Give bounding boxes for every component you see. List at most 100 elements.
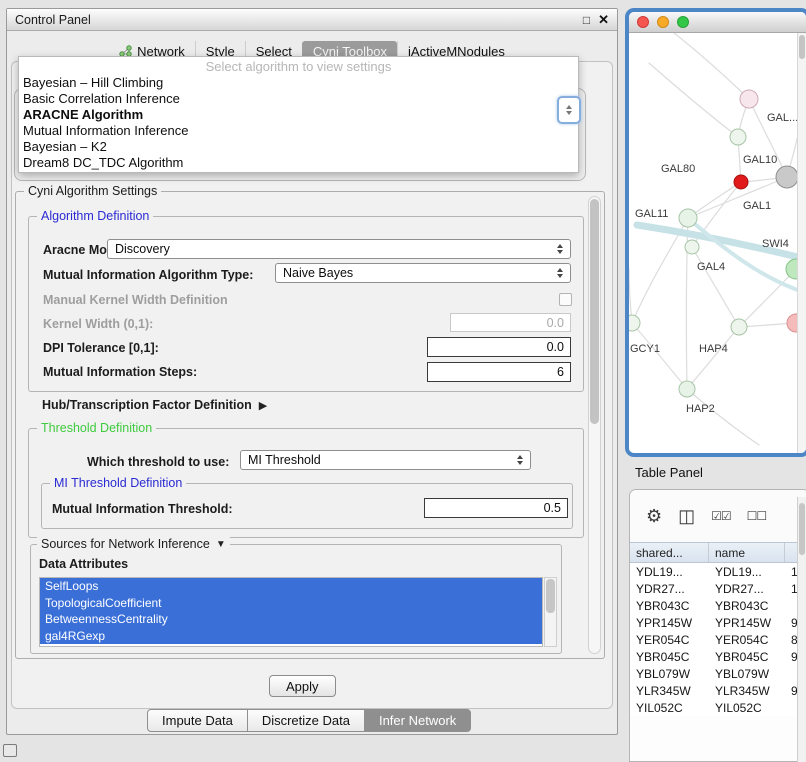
deselect-all-icon[interactable]: ☐☐	[747, 509, 767, 523]
table-scrollbar-thumb[interactable]	[799, 503, 805, 555]
table-cell: YDR27...	[709, 580, 785, 597]
close-window-icon[interactable]: ✕	[598, 12, 609, 28]
table-row[interactable]: YBR045CYBR045C9.	[630, 648, 806, 665]
gear-icon[interactable]: ⚙	[646, 506, 662, 527]
algorithm-definition-title: Algorithm Definition	[37, 209, 153, 223]
cyni-algorithm-settings-group: Cyni Algorithm Settings Algorithm Defini…	[15, 191, 605, 659]
threshold-definition-title: Threshold Definition	[37, 421, 156, 435]
hub-definition-toggle[interactable]: Hub/Transcription Factor Definition ▶	[42, 398, 267, 412]
settings-scrollbar[interactable]	[588, 196, 601, 654]
table-row[interactable]: YDR27...YDR27...12	[630, 580, 806, 597]
network-canvas[interactable]: GAL...GAL80GAL10GAL11GAL1SWI4GAL4GCY1HAP…	[629, 33, 806, 453]
node-label: GAL11	[635, 208, 668, 220]
network-node[interactable]	[731, 319, 747, 335]
network-node[interactable]	[685, 240, 699, 254]
mi-threshold-field[interactable]: 0.5	[424, 498, 568, 518]
float-window-icon[interactable]: □	[583, 13, 590, 27]
node-label: GAL80	[661, 163, 695, 175]
attribute-list-scrollbar[interactable]	[544, 577, 557, 647]
algorithm-popup-item[interactable]: Bayesian – Hill Climbing	[19, 75, 578, 91]
docked-panel-icon[interactable]	[3, 744, 17, 757]
mi-threshold-definition-group: MI Threshold Definition Mutual Informati…	[41, 483, 573, 529]
table-cell: YDR27...	[630, 580, 709, 597]
algorithm-popup-item[interactable]: Dream8 DC_TDC Algorithm	[19, 155, 578, 171]
attribute-list-scrollbar-thumb[interactable]	[546, 579, 555, 613]
column-header-name[interactable]: name	[709, 543, 785, 562]
table-row[interactable]: YPR145WYPR145W9.	[630, 614, 806, 631]
algorithm-popup-placeholder[interactable]: Select algorithm to view settings	[19, 59, 578, 75]
tab-discretize-data[interactable]: Discretize Data	[247, 709, 365, 732]
select-all-icon[interactable]: ☑☑	[711, 509, 731, 523]
attribute-list[interactable]: SelfLoopsTopologicalCoefficientBetweenne…	[39, 577, 543, 647]
network-view-window: GAL...GAL80GAL10GAL11GAL1SWI4GAL4GCY1HAP…	[625, 8, 806, 457]
table-row[interactable]: YER054CYER054C8.	[630, 631, 806, 648]
network-node[interactable]	[730, 129, 746, 145]
network-node[interactable]	[776, 166, 798, 188]
manual-kernel-checkbox[interactable]	[559, 293, 572, 306]
table-cell: YDL19...	[630, 563, 709, 580]
attribute-list-item[interactable]: BetweennessCentrality	[40, 611, 542, 628]
combo-arrows-icon	[566, 105, 572, 115]
mi-steps-field[interactable]: 6	[427, 362, 571, 382]
column-header-shared[interactable]: shared...	[630, 543, 709, 562]
expand-arrow-icon: ▶	[259, 399, 267, 412]
zoom-traffic-light[interactable]	[677, 16, 689, 28]
minimize-traffic-light[interactable]	[657, 16, 669, 28]
table-row[interactable]: YBR043CYBR043C	[630, 597, 806, 614]
aracne-mode-combo[interactable]: Discovery	[107, 239, 571, 259]
network-scrollbar-thumb[interactable]	[799, 35, 805, 59]
settings-scrollbar-thumb[interactable]	[590, 199, 599, 424]
table-row[interactable]: YLR345WYLR345W9.	[630, 682, 806, 699]
dpi-tolerance-field[interactable]: 0.0	[427, 337, 571, 357]
algorithm-combo-fragment[interactable]	[557, 96, 581, 124]
control-panel-titlebar: Control Panel □ ✕	[7, 9, 617, 31]
table-header: shared... name	[630, 542, 806, 563]
table-scrollbar[interactable]	[797, 497, 806, 762]
network-node[interactable]	[740, 90, 758, 108]
network-node[interactable]	[629, 315, 640, 331]
network-node[interactable]	[734, 175, 748, 189]
network-graph: GAL...GAL80GAL10GAL11GAL1SWI4GAL4GCY1HAP…	[629, 33, 806, 453]
sources-group-title[interactable]: Sources for Network Inference ▼	[37, 537, 230, 551]
table-cell: YBR043C	[630, 597, 709, 614]
algorithm-popup-item[interactable]: Bayesian – K2	[19, 139, 578, 155]
network-window-titlebar[interactable]	[629, 12, 806, 33]
settings-group-title: Cyni Algorithm Settings	[24, 184, 161, 198]
table-toolbar: ⚙ ◫ ☑☑ ☐☐	[630, 490, 806, 542]
network-edge	[692, 247, 739, 327]
columns-icon[interactable]: ◫	[678, 506, 695, 527]
table-row[interactable]: YDL19...YDL19...13	[630, 563, 806, 580]
sources-title-label: Sources for Network Inference	[41, 537, 210, 551]
attribute-list-item[interactable]: gal4RGexp	[40, 628, 542, 645]
which-threshold-combo[interactable]: MI Threshold	[240, 450, 531, 470]
mi-type-combo[interactable]: Naive Bayes	[275, 263, 571, 283]
mi-threshold-label: Mutual Information Threshold:	[52, 502, 233, 516]
attribute-list-item[interactable]: TopologicalCoefficient	[40, 595, 542, 612]
mi-steps-value: 6	[557, 365, 564, 379]
node-label: GAL1	[743, 200, 771, 212]
algorithm-popup-item[interactable]: Mutual Information Inference	[19, 123, 578, 139]
mi-type-label: Mutual Information Algorithm Type:	[43, 268, 253, 282]
node-label: GAL4	[697, 261, 725, 273]
hub-definition-label: Hub/Transcription Factor Definition	[42, 398, 252, 412]
table-row[interactable]: YBL079WYBL079W	[630, 665, 806, 682]
node-label: GAL...	[767, 112, 798, 124]
tab-infer-network[interactable]: Infer Network	[364, 709, 471, 732]
mi-steps-label: Mutual Information Steps:	[43, 365, 197, 379]
table-cell: YBR043C	[709, 597, 785, 614]
table-body: YDL19...YDL19...13YDR27...YDR27...12YBR0…	[630, 563, 806, 716]
network-node[interactable]	[679, 381, 695, 397]
algorithm-popup-item[interactable]: ARACNE Algorithm	[19, 107, 578, 123]
network-scrollbar[interactable]	[797, 33, 806, 453]
tab-impute-data[interactable]: Impute Data	[147, 709, 248, 732]
table-row[interactable]: YIL052CYIL052C	[630, 699, 806, 716]
node-label: GAL10	[743, 154, 777, 166]
kernel-width-field[interactable]: 0.0	[450, 313, 571, 332]
close-traffic-light[interactable]	[637, 16, 649, 28]
network-node[interactable]	[679, 209, 697, 227]
kernel-width-value: 0.0	[547, 316, 564, 330]
table-cell: YBL079W	[630, 665, 709, 682]
attribute-list-item[interactable]: SelfLoops	[40, 578, 542, 595]
algorithm-popup-item[interactable]: Basic Correlation Inference	[19, 91, 578, 107]
apply-button[interactable]: Apply	[269, 675, 336, 697]
